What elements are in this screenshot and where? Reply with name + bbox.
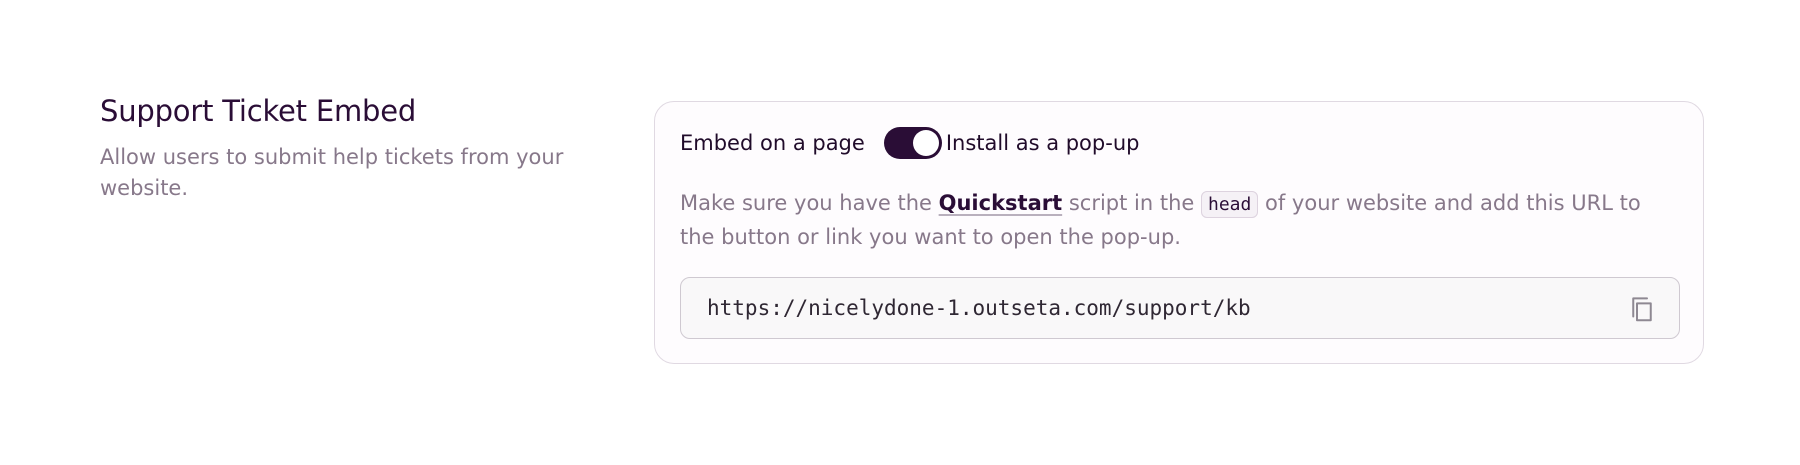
- install-popup-label[interactable]: Install as a pop-up: [946, 131, 1140, 155]
- section-title: Support Ticket Embed: [100, 94, 417, 128]
- embed-mode-toggle-row: Embed on a page Install as a pop-up: [680, 126, 1139, 160]
- url-value[interactable]: https://nicelydone-1.outseta.com/support…: [707, 278, 1251, 338]
- toggle-knob: [912, 130, 939, 156]
- instructions-text: Make sure you have the Quickstart script…: [680, 187, 1680, 254]
- section-description: Allow users to submit help tickets from …: [100, 144, 564, 200]
- head-code-chip: head: [1200, 191, 1259, 218]
- instructions-part-2: script in the: [1062, 191, 1201, 215]
- section-info: Support Ticket Embed Allow users to subm…: [100, 94, 580, 204]
- embed-settings-card: Embed on a page Install as a pop-up Make…: [654, 101, 1704, 364]
- url-field[interactable]: https://nicelydone-1.outseta.com/support…: [680, 277, 1680, 339]
- copy-icon[interactable]: [1627, 294, 1657, 324]
- embed-on-page-label[interactable]: Embed on a page: [680, 131, 865, 155]
- embed-mode-toggle[interactable]: [883, 127, 942, 159]
- instructions-part-1: Make sure you have the: [680, 191, 939, 215]
- quickstart-link[interactable]: Quickstart: [939, 191, 1063, 215]
